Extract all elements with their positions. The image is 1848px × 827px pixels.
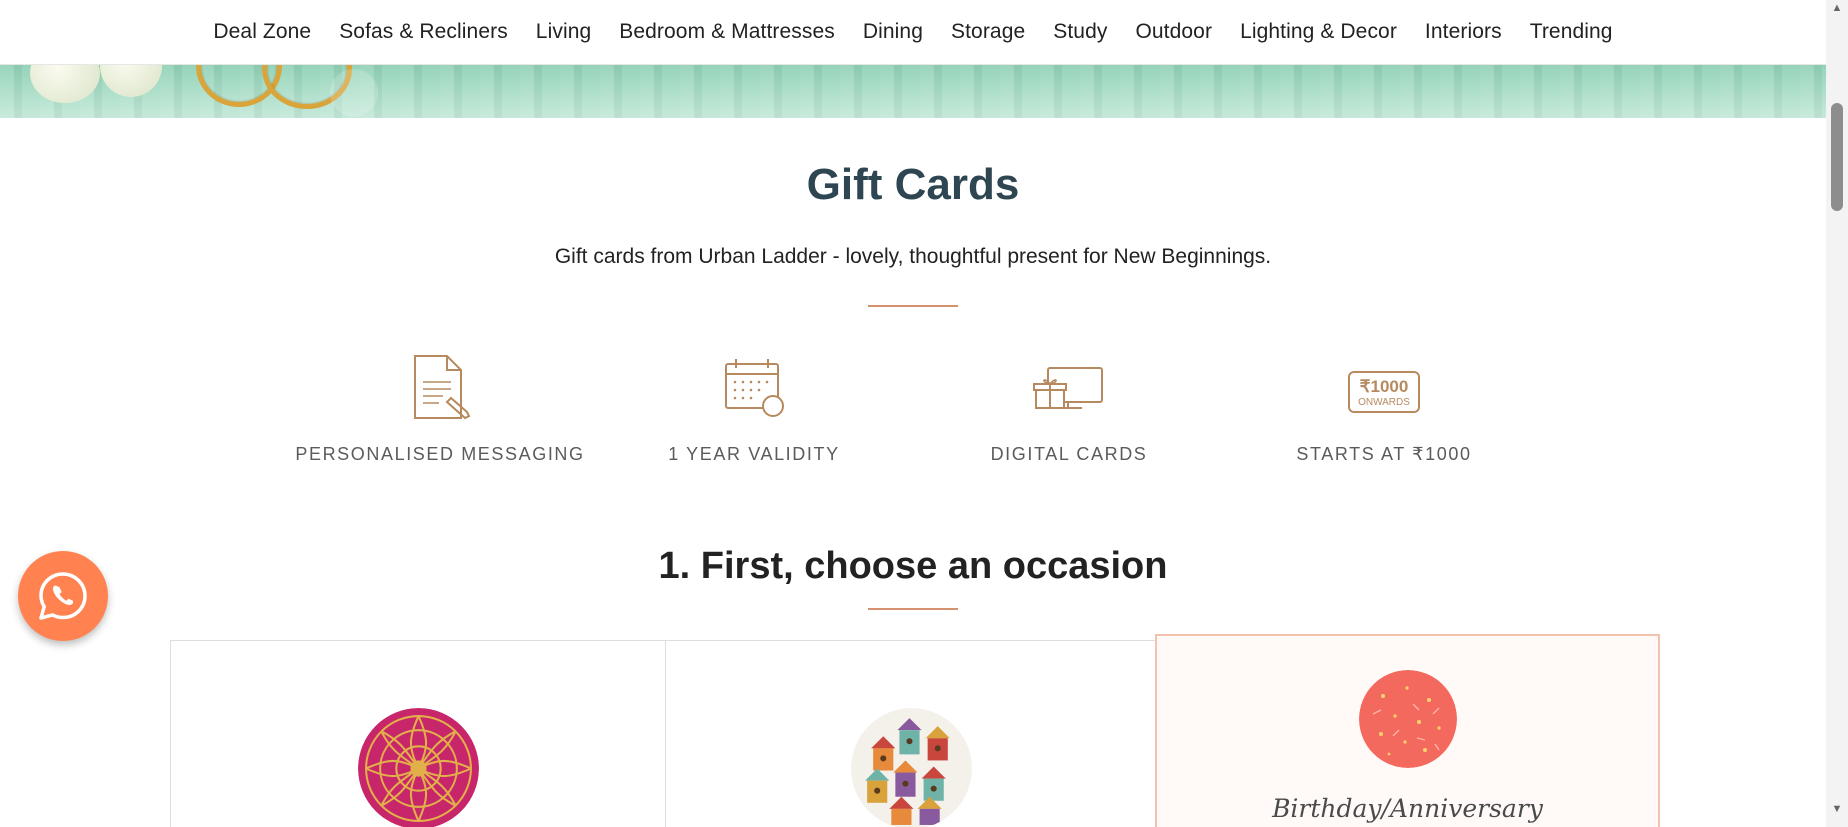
nav-item-bedroom-mattresses[interactable]: Bedroom & Mattresses	[605, 20, 849, 44]
occasion-heading: 1. First, choose an occasion	[658, 545, 1168, 587]
page-scrollbar[interactable]: ▲ ▼	[1826, 0, 1848, 827]
occasion-card[interactable]	[170, 640, 666, 827]
price-badge-icon: ₹1000 ONWARDS	[1348, 371, 1420, 413]
confetti-pattern-image	[1359, 670, 1457, 768]
whatsapp-chat-button[interactable]	[18, 551, 108, 641]
occasion-card-image	[851, 708, 972, 827]
feature-digital-cards: DIGITAL CARDS	[919, 352, 1219, 465]
document-pen-icon	[414, 355, 471, 420]
occasion-card-list: Birthday/Anniversary	[170, 634, 1660, 827]
nav-item-living[interactable]: Living	[522, 20, 605, 44]
page-subtitle: Gift cards from Urban Ladder - lovely, t…	[554, 245, 1272, 268]
nav-item-sofas-recliners[interactable]: Sofas & Recliners	[325, 20, 522, 44]
feature-list: PERSONALISED MESSAGING 1 YEAR VALIDITY D…	[0, 352, 1826, 482]
hero-banner	[0, 65, 1826, 118]
calendar-clock-icon	[725, 359, 784, 417]
occasion-card-label: Birthday/Anniversary	[1272, 794, 1543, 823]
page-title: Gift Cards	[806, 160, 1020, 209]
price-badge-text: ONWARDS	[1358, 397, 1410, 408]
flower-decoration	[100, 65, 162, 97]
title-divider	[868, 305, 958, 307]
nav-item-deal-zone[interactable]: Deal Zone	[199, 20, 325, 44]
price-badge-amount: ₹1000	[1360, 377, 1409, 396]
birdhouse-pattern-image	[851, 708, 972, 827]
feature-label: DIGITAL CARDS	[990, 444, 1148, 464]
feature-starts-at-1000: ₹1000 ONWARDS STARTS AT ₹1000	[1234, 352, 1534, 465]
whatsapp-icon	[39, 572, 87, 620]
feature-label: STARTS AT ₹1000	[1296, 444, 1472, 464]
scroll-down-arrow-icon[interactable]: ▼	[1831, 803, 1843, 815]
feature-1-year-validity: 1 YEAR VALIDITY	[604, 352, 904, 465]
top-navigation: Deal Zone Sofas & Recliners Living Bedro…	[0, 0, 1826, 65]
feature-label: PERSONALISED MESSAGING	[295, 444, 585, 464]
nav-item-study[interactable]: Study	[1039, 20, 1121, 44]
occasion-divider	[868, 608, 958, 610]
monitor-gift-icon	[1033, 367, 1103, 409]
nav-item-interiors[interactable]: Interiors	[1411, 20, 1516, 44]
mandala-pattern-image	[358, 708, 479, 827]
feature-label: 1 YEAR VALIDITY	[668, 444, 840, 464]
nav-item-lighting-decor[interactable]: Lighting & Decor	[1226, 20, 1411, 44]
bokeh-decoration	[330, 69, 378, 117]
feature-personalised-messaging: PERSONALISED MESSAGING	[290, 352, 590, 465]
nav-item-dining[interactable]: Dining	[849, 20, 937, 44]
nav-item-storage[interactable]: Storage	[937, 20, 1039, 44]
scrollbar-thumb[interactable]	[1831, 103, 1843, 211]
nav-item-outdoor[interactable]: Outdoor	[1121, 20, 1226, 44]
occasion-card[interactable]	[665, 640, 1161, 827]
occasion-card-selected[interactable]: Birthday/Anniversary	[1155, 634, 1660, 827]
scroll-up-arrow-icon[interactable]: ▲	[1831, 2, 1843, 14]
occasion-card-image	[358, 708, 479, 827]
occasion-card-image	[1359, 670, 1457, 768]
flower-decoration	[30, 65, 100, 103]
nav-item-trending[interactable]: Trending	[1516, 20, 1627, 44]
